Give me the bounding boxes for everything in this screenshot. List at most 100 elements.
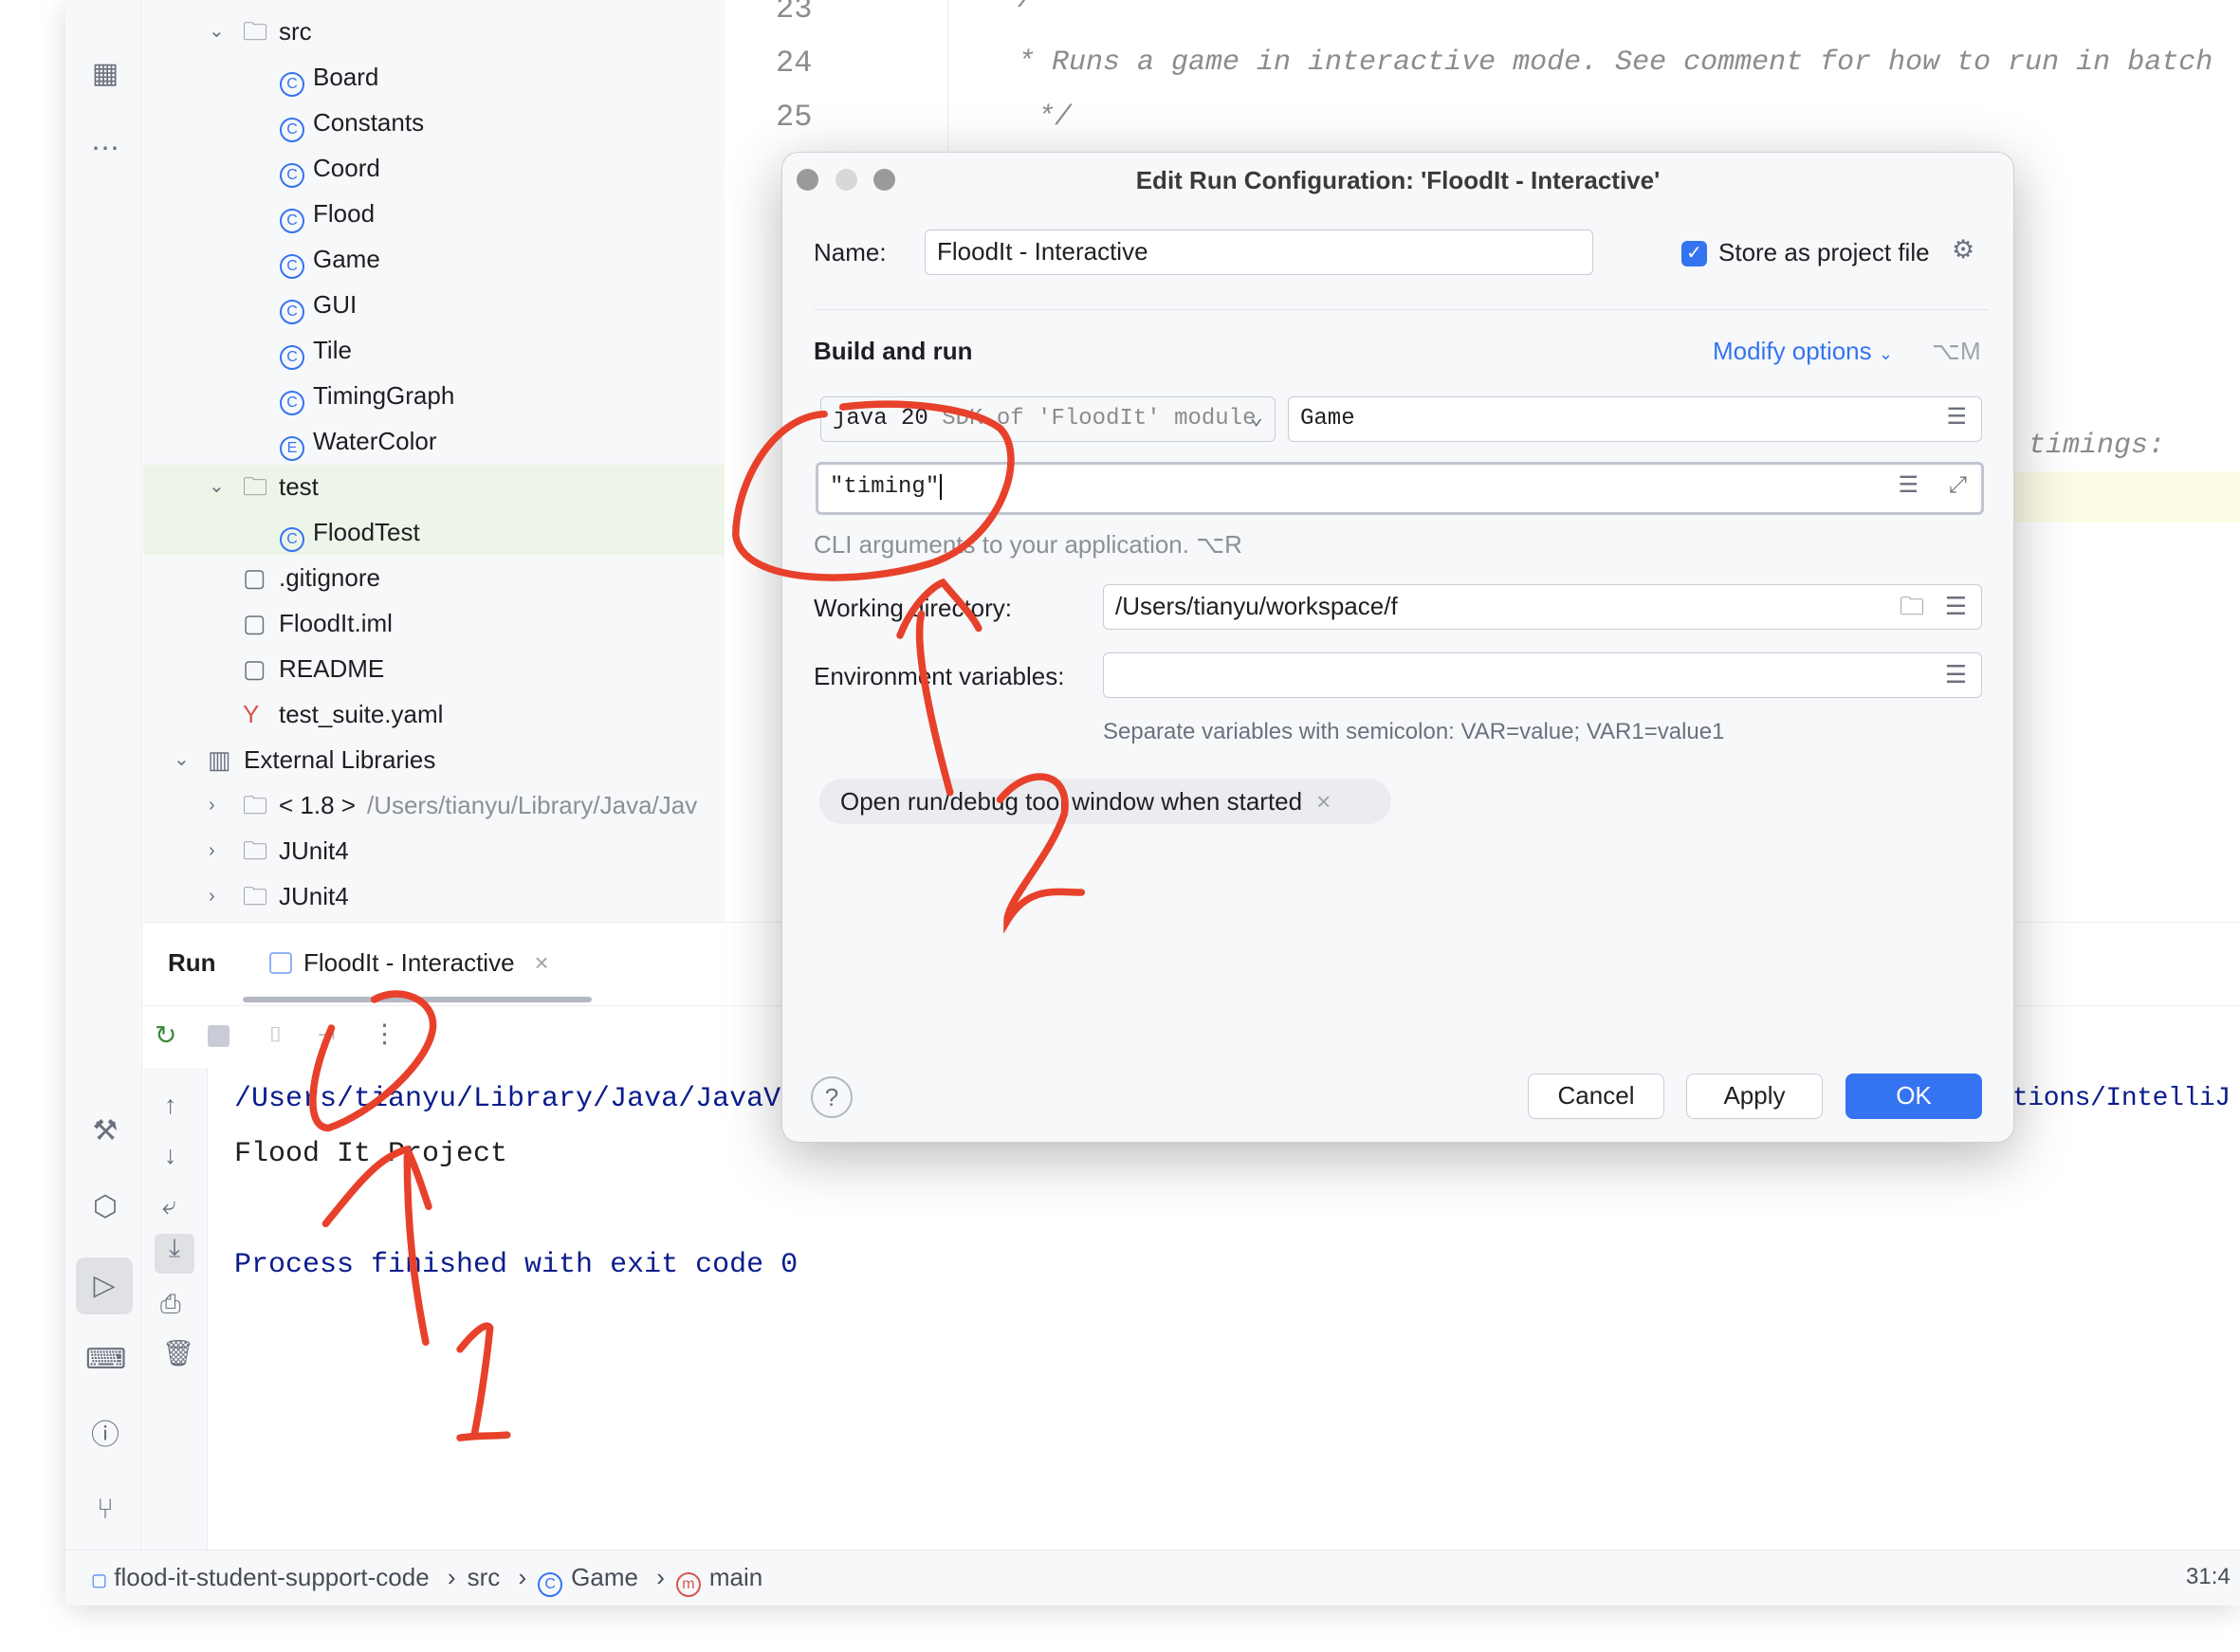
trash-icon[interactable]: 🗑 <box>162 1338 194 1368</box>
crumb-project[interactable]: flood-it-student-support-code <box>114 1563 429 1591</box>
tree-item[interactable]: › 🗀 JUnit4 <box>209 875 349 918</box>
tree-item-label: README <box>279 654 385 683</box>
tree-item[interactable]: › 🗀 < 1.8 > /Users/tianyu/Library/Java/Jav <box>209 784 697 827</box>
working-dir-input[interactable]: /Users/tianyu/workspace/f 🗀 ☰ <box>1103 584 1982 630</box>
camera-icon[interactable]: ⌷ <box>269 1022 282 1047</box>
build-hammer-icon[interactable]: ⚒ <box>85 1111 125 1151</box>
chevron-right-icon[interactable]: › <box>209 830 215 872</box>
terminal-icon[interactable]: ⌨ <box>85 1340 126 1380</box>
working-dir-value: /Users/tianyu/workspace/f <box>1115 592 1398 620</box>
scroll-up-icon[interactable]: ↑ <box>164 1091 177 1120</box>
name-input[interactable]: FloodIt - Interactive <box>925 229 1593 275</box>
tree-item-label: src <box>279 17 312 46</box>
problems-icon[interactable]: ⓘ <box>85 1416 125 1456</box>
main-class-input[interactable]: Game ☰ <box>1288 396 1982 442</box>
arguments-hint: CLI arguments to your application. ⌥R <box>814 530 1242 559</box>
modify-options-link[interactable]: Modify options ⌄ <box>1713 337 1893 366</box>
class-icon: C <box>280 209 304 233</box>
tree-item-label: JUnit4 <box>279 882 349 910</box>
library-icon: 🗀 <box>243 836 268 865</box>
tree-item-label: Game <box>313 245 380 273</box>
scroll-to-end-icon[interactable]: ⤓ <box>155 1234 194 1274</box>
tree-item[interactable]: ⌄ ▥ External Libraries <box>174 739 436 781</box>
tree-item-label: Coord <box>313 154 380 182</box>
git-icon[interactable]: ⑂ <box>85 1490 125 1530</box>
remove-chip-icon[interactable]: × <box>1316 787 1331 816</box>
more-actions-icon[interactable]: ⋮ <box>372 1019 397 1049</box>
folder-icon: 🗀 <box>243 472 268 501</box>
chevron-down-icon[interactable]: ⌄ <box>209 10 225 53</box>
library-icon: 🗀 <box>243 791 268 819</box>
section-title: Build and run <box>814 337 973 365</box>
folder-icon[interactable]: 🗀 <box>1900 585 1924 628</box>
structure-icon[interactable]: ▦ <box>85 54 125 94</box>
tree-item[interactable]: Ytest_suite.yaml <box>243 693 443 736</box>
tree-item[interactable]: ⌄ 🗀 test <box>209 466 319 508</box>
crumb-src[interactable]: src <box>468 1563 501 1591</box>
export-icon[interactable]: ⇥ <box>318 1022 335 1047</box>
tree-item[interactable]: C Board <box>280 56 378 99</box>
services-icon[interactable]: ⬡ <box>85 1187 125 1227</box>
chevron-right-icon[interactable]: › <box>209 784 215 827</box>
file-icon: ▢ <box>243 609 266 637</box>
chevron-right-icon[interactable]: › <box>209 875 215 918</box>
env-vars-input[interactable]: ☰ <box>1103 652 1982 698</box>
cancel-button[interactable]: Cancel <box>1528 1074 1664 1119</box>
tree-item[interactable]: C GUI <box>280 284 357 326</box>
class-icon: C <box>280 118 304 142</box>
apply-button[interactable]: Apply <box>1686 1074 1823 1119</box>
line-number: 25 <box>776 100 813 135</box>
tree-item[interactable]: ▢ .gitignore <box>243 557 380 599</box>
ok-button[interactable]: OK <box>1845 1074 1982 1119</box>
tree-item[interactable]: E WaterColor <box>280 420 437 463</box>
rerun-icon[interactable]: ↻ <box>155 1019 176 1051</box>
stop-icon[interactable] <box>208 1025 230 1047</box>
code-line: timings: <box>2029 430 2166 462</box>
tree-item[interactable]: ⌄ 🗀 src <box>209 10 312 53</box>
chevron-down-icon[interactable]: ⌄ <box>174 739 190 781</box>
option-chip[interactable]: Open run/debug tool window when started × <box>819 779 1391 824</box>
expand-icon[interactable]: ⤢ <box>1949 465 1967 510</box>
run-tab[interactable]: FloodIt - Interactive × <box>269 948 549 978</box>
soft-wrap-icon[interactable]: ⤶ <box>162 1191 176 1221</box>
tree-item-label: External Libraries <box>244 745 436 774</box>
insert-macro-icon[interactable]: ☰ <box>1945 585 1967 628</box>
gear-icon[interactable]: ⚙ <box>1952 235 1974 265</box>
store-project-checkbox[interactable]: ✓ <box>1681 241 1707 266</box>
crumb-class[interactable]: Game <box>571 1563 638 1591</box>
crumb-method[interactable]: main <box>709 1563 762 1591</box>
edit-run-config-dialog: Edit Run Configuration: 'FloodIt - Inter… <box>781 152 2014 1143</box>
breadcrumb: ▢ flood-it-student-support-code › src › C G… <box>91 1563 762 1597</box>
chevron-down-icon[interactable]: ⌄ <box>209 466 225 508</box>
tree-item-label: FloodTest <box>313 518 420 546</box>
jdk-select[interactable]: java 20 SDK of 'FloodIt' module ⌄ <box>820 396 1276 442</box>
tree-item[interactable]: ▢ FloodIt.iml <box>243 602 393 645</box>
program-arguments-input[interactable]: "timing" ☰ ⤢ <box>816 462 1984 515</box>
run-tool-icon[interactable]: ▷ <box>76 1257 133 1314</box>
tree-item[interactable]: C TimingGraph <box>280 375 454 417</box>
scroll-down-icon[interactable]: ↓ <box>164 1141 177 1170</box>
tree-item-label: test_suite.yaml <box>279 700 444 728</box>
more-icon[interactable]: ⋯ <box>85 129 125 169</box>
tree-item[interactable]: C Flood <box>280 193 375 235</box>
tree-item[interactable]: ▢ README <box>243 648 384 690</box>
tree-item-label: WaterColor <box>313 427 437 455</box>
name-label: Name: <box>814 238 887 266</box>
edit-env-icon[interactable]: ☰ <box>1945 653 1967 696</box>
tree-item[interactable]: C Constants <box>280 101 424 144</box>
help-button[interactable]: ? <box>811 1076 853 1118</box>
tree-item[interactable]: C Tile <box>280 329 352 372</box>
tree-item[interactable]: › 🗀 JUnit4 <box>209 830 349 872</box>
caret-position[interactable]: 31:4 <box>2186 1564 2231 1590</box>
tree-item[interactable]: C Coord <box>280 147 380 190</box>
close-tab-icon[interactable]: × <box>535 948 549 977</box>
class-icon: C <box>280 391 304 415</box>
code-line: */ <box>1037 101 1073 134</box>
tree-item[interactable]: C FloodTest <box>280 511 420 554</box>
insert-macro-icon[interactable]: ☰ <box>1898 465 1919 510</box>
class-icon: C <box>280 163 304 188</box>
modify-options-label: Modify options <box>1713 337 1872 365</box>
print-icon[interactable]: ⎙ <box>160 1290 181 1320</box>
browse-icon[interactable]: ☰ <box>1946 397 1967 440</box>
tree-item[interactable]: C Game <box>280 238 380 281</box>
